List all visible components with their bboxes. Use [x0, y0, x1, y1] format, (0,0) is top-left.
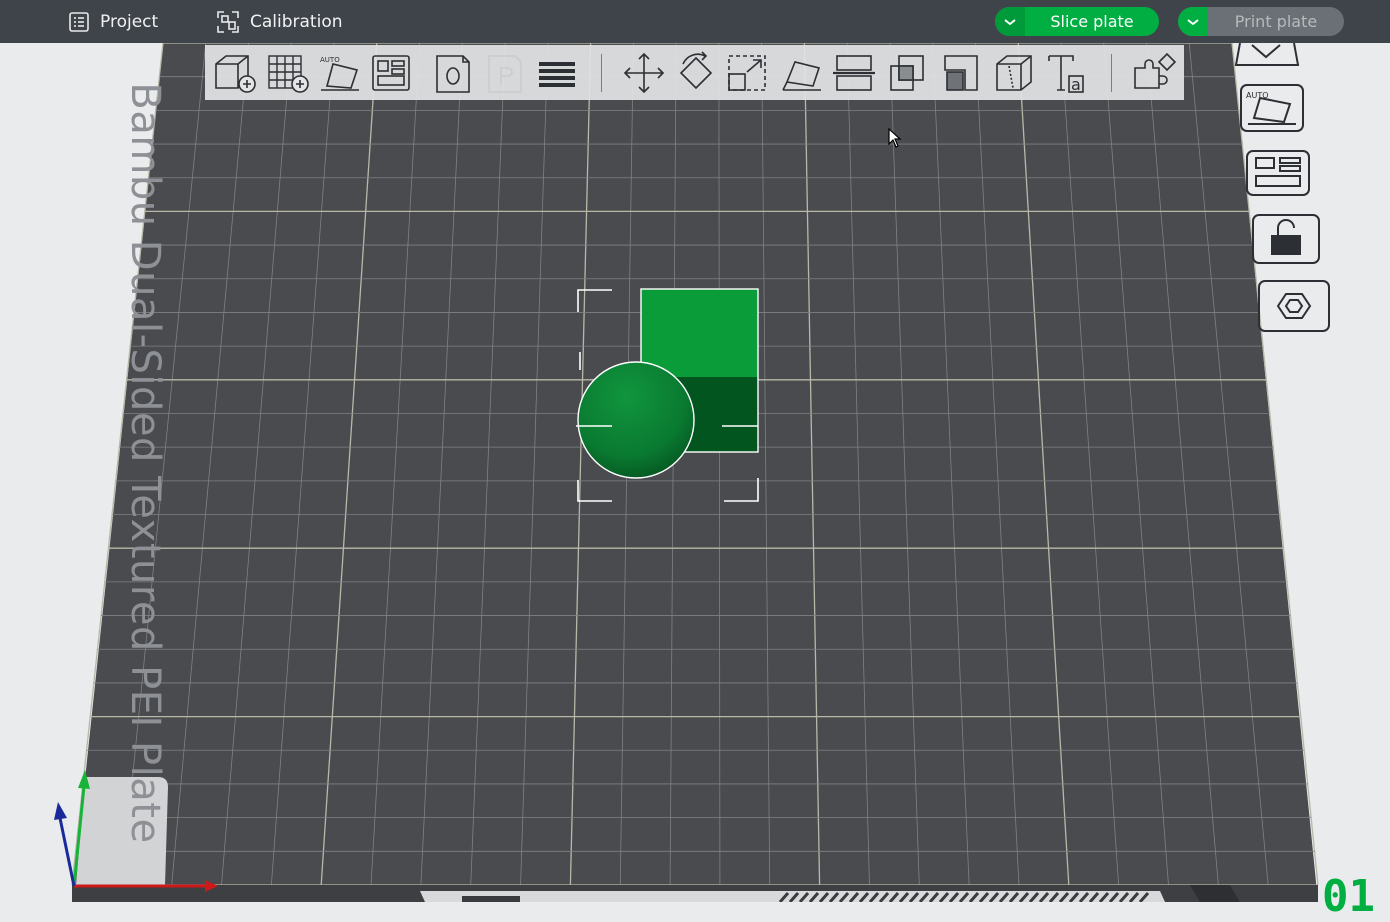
split-parts-button[interactable]: [483, 50, 529, 96]
calibration-icon: [216, 10, 240, 34]
build-plate: [72, 43, 1318, 902]
bed-slot: [462, 896, 520, 902]
auto-orient-button[interactable]: AUTO: [317, 50, 363, 96]
toolbar-separator: [1111, 54, 1112, 92]
cut-icon: [833, 55, 875, 91]
layers-button[interactable]: [535, 50, 581, 96]
split-objects-button[interactable]: [431, 50, 477, 96]
settings-hex-icon: [1258, 280, 1330, 332]
arrange-icon: [1246, 150, 1310, 196]
chevron-down-icon[interactable]: [1178, 7, 1208, 36]
split-objects-icon: [436, 55, 470, 93]
split-parts-icon: [488, 55, 522, 93]
print-plate-button[interactable]: Print plate: [1178, 7, 1344, 36]
boolean-icon: [890, 55, 924, 91]
seam-paint-icon: [996, 55, 1032, 91]
assembly-button[interactable]: [1131, 50, 1177, 96]
slice-plate-label: Slice plate: [1050, 12, 1134, 31]
slice-plate-button[interactable]: Slice plate: [995, 7, 1159, 36]
rotate-button[interactable]: [673, 50, 719, 96]
rotate-icon: [679, 51, 713, 90]
scale-button[interactable]: [725, 50, 771, 96]
lock-button[interactable]: [1250, 212, 1322, 266]
layers-icon: [539, 62, 575, 87]
cut-button[interactable]: [831, 50, 877, 96]
scale-icon: [728, 55, 766, 91]
auto-orient-icon: AUTO: [320, 56, 359, 91]
settings-hex-button[interactable]: [1256, 278, 1332, 334]
sphere-object[interactable]: [577, 361, 695, 479]
add-plate-button[interactable]: [265, 50, 311, 96]
support-paint-button[interactable]: [939, 50, 985, 96]
text-tool-icon: a: [1048, 55, 1084, 94]
print-plate-label: Print plate: [1234, 12, 1318, 31]
seam-paint-button[interactable]: [991, 50, 1037, 96]
plate-number[interactable]: 01: [1322, 871, 1375, 922]
close-view-button[interactable]: [1234, 43, 1300, 69]
top-bar: Project Calibration Slice plate Print pl…: [0, 0, 1390, 43]
lay-on-face-icon: [782, 61, 821, 91]
assembly-icon: [1134, 52, 1177, 89]
arrange-icon: [372, 55, 410, 91]
right-arrange-button[interactable]: [1244, 148, 1314, 198]
main-toolbar: AUTO a: [205, 45, 1184, 100]
lock-icon: [1252, 214, 1320, 264]
svg-text:a: a: [1071, 75, 1081, 94]
text-tool-button[interactable]: a: [1045, 50, 1091, 96]
calibration-label: Calibration: [250, 11, 343, 32]
svg-text:AUTO: AUTO: [320, 56, 340, 64]
toolbar-separator: [601, 54, 602, 92]
move-button[interactable]: [621, 50, 667, 96]
add-object-icon: [215, 55, 256, 93]
project-tab[interactable]: Project: [68, 0, 158, 43]
add-object-button[interactable]: [212, 50, 258, 96]
move-icon: [623, 52, 665, 94]
project-label: Project: [100, 11, 159, 32]
auto-orient-icon: AUTO: [1240, 84, 1304, 132]
mouse-cursor-icon: [888, 127, 902, 152]
support-paint-icon: [944, 55, 978, 91]
calibration-tab[interactable]: Calibration: [216, 0, 343, 43]
lay-on-face-button[interactable]: [779, 50, 825, 96]
close-view-icon: [1234, 43, 1300, 66]
plate-name-label: Bambu Dual-Sided Textured PEI Plate: [122, 82, 168, 844]
add-plate-icon: [268, 55, 309, 93]
boolean-button[interactable]: [885, 50, 931, 96]
3d-viewport[interactable]: Bambu Dual-Sided Textured PEI Plate 01: [0, 43, 1390, 922]
right-auto-orient-button[interactable]: AUTO: [1238, 82, 1308, 134]
arrange-button[interactable]: [369, 50, 415, 96]
list-icon: [68, 11, 90, 33]
chevron-down-icon[interactable]: [995, 7, 1025, 36]
